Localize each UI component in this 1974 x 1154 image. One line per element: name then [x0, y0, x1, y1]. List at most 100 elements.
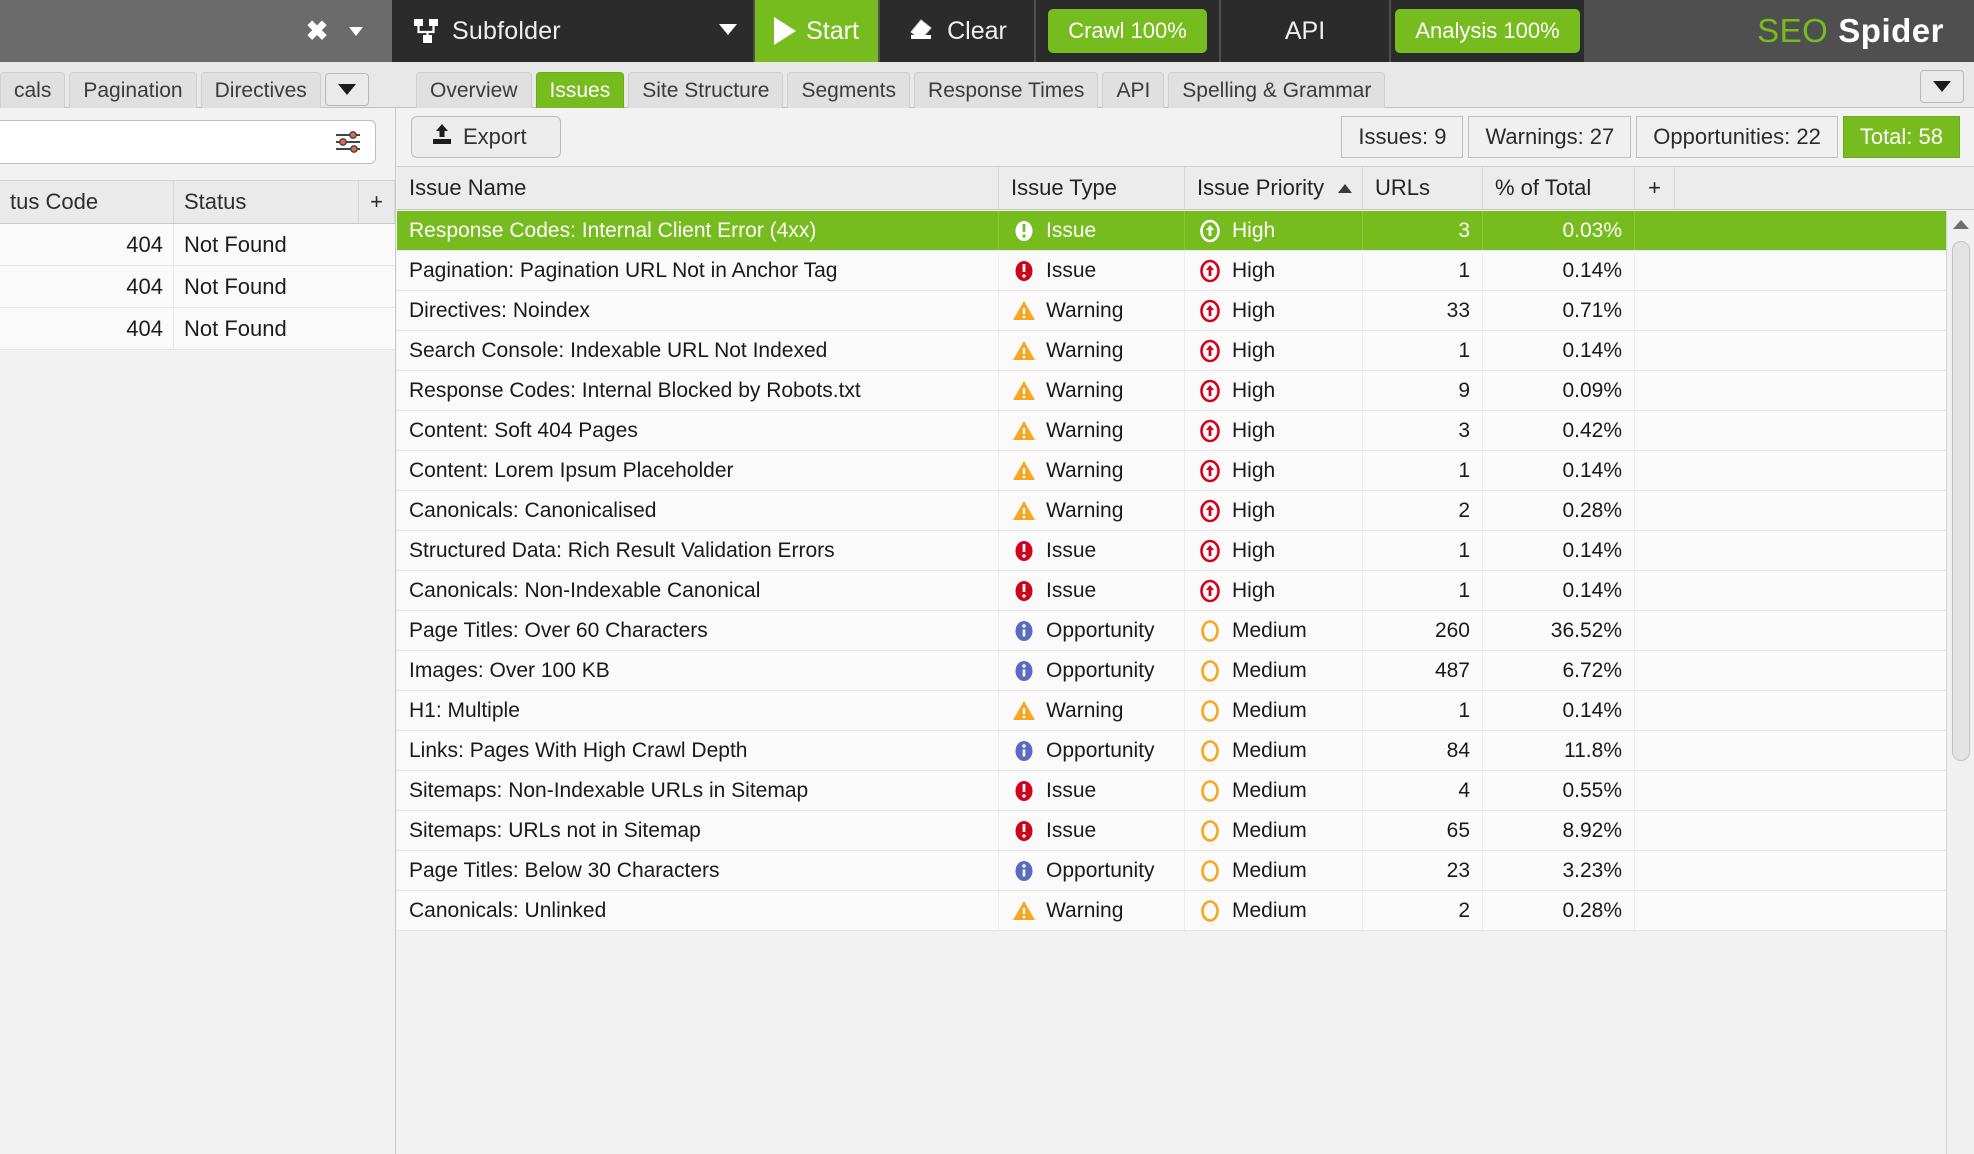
- left-column-status-code[interactable]: tus Code: [0, 181, 174, 223]
- tab-issues[interactable]: Issues: [535, 72, 625, 108]
- table-row[interactable]: Links: Pages With High Crawl Depth Opport…: [397, 731, 1946, 771]
- issue-type-cell: Warning: [999, 491, 1185, 530]
- search-input[interactable]: [0, 120, 376, 164]
- counter-issues[interactable]: Issues: 9: [1341, 116, 1464, 158]
- issue-name-cell: Page Titles: Below 30 Characters: [397, 851, 999, 890]
- urls-count-cell: 3: [1363, 211, 1483, 250]
- crawl-progress-button[interactable]: Crawl 100%: [1036, 0, 1221, 62]
- start-button[interactable]: Start: [755, 0, 880, 62]
- tab-site-structure[interactable]: Site Structure: [628, 72, 784, 108]
- issue-icon: [1015, 260, 1033, 281]
- warning-icon: [1013, 460, 1035, 480]
- table-row[interactable]: Response Codes: Internal Client Error (4…: [397, 211, 1946, 251]
- tab-cals[interactable]: cals: [0, 72, 66, 108]
- table-row[interactable]: Pagination: Pagination URL Not in Anchor…: [397, 251, 1946, 291]
- table-row[interactable]: Canonicals: Unlinked Warning Medium 2 0.28%: [397, 891, 1946, 931]
- table-row[interactable]: Images: Over 100 KB Opportunity Medium 487 6…: [397, 651, 1946, 691]
- issues-table-scrollbar[interactable]: [1946, 211, 1974, 1154]
- table-row[interactable]: H1: Multiple Warning Medium 1 0.14%: [397, 691, 1946, 731]
- clear-button[interactable]: Clear: [880, 0, 1036, 62]
- tab-response-times[interactable]: Response Times: [914, 72, 1099, 108]
- warning-icon: [1013, 380, 1035, 400]
- table-row[interactable]: Content: Lorem Ipsum Placeholder Warning H…: [397, 451, 1946, 491]
- issue-priority-label: High: [1232, 418, 1276, 442]
- column-urls[interactable]: URLs: [1363, 167, 1483, 209]
- tab-spelling-grammar[interactable]: Spelling & Grammar: [1168, 72, 1386, 108]
- table-row[interactable]: Sitemaps: URLs not in Sitemap Issue Medium…: [397, 811, 1946, 851]
- issue-priority-cell: High: [1185, 411, 1363, 450]
- issue-type-label: Issue: [1046, 778, 1097, 802]
- tab-overview[interactable]: Overview: [416, 72, 532, 108]
- left-search-row: [0, 120, 376, 164]
- issue-type-cell: Issue: [999, 571, 1185, 610]
- opportunity-icon: [1015, 740, 1033, 761]
- high-icon: [1200, 299, 1220, 322]
- urls-count-cell: 65: [1363, 811, 1483, 850]
- column-issue-priority[interactable]: Issue Priority: [1185, 167, 1363, 209]
- issue-name-cell: Canonicals: Unlinked: [397, 891, 999, 930]
- column-issue-type[interactable]: Issue Type: [999, 167, 1185, 209]
- main-tabs-overflow-button[interactable]: [1920, 70, 1964, 103]
- issue-type-label: Warning: [1046, 378, 1124, 402]
- status-code-cell: 404: [0, 224, 174, 265]
- pct-of-total-cell: 0.14%: [1483, 251, 1635, 290]
- issue-priority-cell: Medium: [1185, 691, 1363, 730]
- tab-pagination[interactable]: Pagination: [69, 72, 197, 108]
- urls-count-cell: 1: [1363, 331, 1483, 370]
- filter-settings-icon[interactable]: [333, 129, 363, 155]
- issues-table-body: Response Codes: Internal Client Error (4…: [397, 211, 1946, 1154]
- tab-api[interactable]: API: [1102, 72, 1165, 108]
- issue-icon: [1015, 540, 1033, 561]
- table-row[interactable]: Canonicals: Non-Indexable Canonical Issue…: [397, 571, 1946, 611]
- table-row[interactable]: Page Titles: Below 30 Characters Opportun…: [397, 851, 1946, 891]
- counter-opportunities[interactable]: Opportunities: 22: [1636, 116, 1838, 158]
- counter-warnings[interactable]: Warnings: 27: [1468, 116, 1632, 158]
- issue-priority-cell: High: [1185, 331, 1363, 370]
- counter-total[interactable]: Total: 58: [1842, 116, 1960, 158]
- table-row[interactable]: 404 Not Found: [0, 308, 395, 350]
- crawl-mode-caret-icon[interactable]: [719, 22, 737, 40]
- close-icon[interactable]: ✖: [300, 17, 334, 45]
- left-dropdown-caret-icon[interactable]: [334, 23, 378, 40]
- table-row[interactable]: Structured Data: Rich Result Validation …: [397, 531, 1946, 571]
- column-issue-name[interactable]: Issue Name: [397, 167, 999, 209]
- issue-priority-label: Medium: [1232, 858, 1307, 882]
- issue-priority-label: High: [1232, 458, 1276, 482]
- pct-of-total-cell: 0.14%: [1483, 571, 1635, 610]
- left-toolbar-region: ✖: [0, 0, 392, 62]
- issue-type-cell: Issue: [999, 251, 1185, 290]
- table-row[interactable]: 404 Not Found: [0, 224, 395, 266]
- issue-priority-cell: High: [1185, 291, 1363, 330]
- high-icon: [1200, 579, 1220, 602]
- crawl-mode-selector[interactable]: Subfolder: [392, 0, 755, 62]
- table-row[interactable]: Canonicals: Canonicalised Warning High 2 0.2…: [397, 491, 1946, 531]
- issue-priority-cell: Medium: [1185, 891, 1363, 930]
- left-add-column-icon[interactable]: +: [359, 181, 395, 223]
- table-row[interactable]: 404 Not Found: [0, 266, 395, 308]
- table-row[interactable]: Search Console: Indexable URL Not Indexe…: [397, 331, 1946, 371]
- urls-count-cell: 2: [1363, 891, 1483, 930]
- table-row[interactable]: Response Codes: Internal Blocked by Robo…: [397, 371, 1946, 411]
- analysis-progress-button[interactable]: Analysis 100%: [1391, 0, 1586, 62]
- high-icon: [1200, 379, 1220, 402]
- issue-type-cell: Opportunity: [999, 851, 1185, 890]
- table-row[interactable]: Page Titles: Over 60 Characters Opportuni…: [397, 611, 1946, 651]
- scroll-up-icon[interactable]: [1947, 211, 1974, 237]
- issue-type-cell: Warning: [999, 371, 1185, 410]
- table-row[interactable]: Content: Soft 404 Pages Warning High 3 0.42%: [397, 411, 1946, 451]
- left-column-status[interactable]: Status: [174, 181, 359, 223]
- issue-type-cell: Warning: [999, 891, 1185, 930]
- tab-directives[interactable]: Directives: [200, 72, 321, 108]
- issue-priority-label: High: [1232, 538, 1276, 562]
- table-row[interactable]: Directives: Noindex Warning High 33 0.71%: [397, 291, 1946, 331]
- high-icon: [1200, 539, 1220, 562]
- left-tabs-overflow-button[interactable]: [324, 73, 369, 106]
- column-pct-of-total[interactable]: % of Total: [1483, 167, 1635, 209]
- table-row[interactable]: Sitemaps: Non-Indexable URLs in Sitemap I…: [397, 771, 1946, 811]
- medium-icon: [1201, 699, 1219, 722]
- api-button[interactable]: API: [1221, 0, 1391, 62]
- add-column-icon[interactable]: +: [1635, 167, 1675, 209]
- tab-segments[interactable]: Segments: [787, 72, 911, 108]
- export-button[interactable]: Export: [411, 116, 561, 158]
- scrollbar-thumb[interactable]: [1952, 241, 1970, 761]
